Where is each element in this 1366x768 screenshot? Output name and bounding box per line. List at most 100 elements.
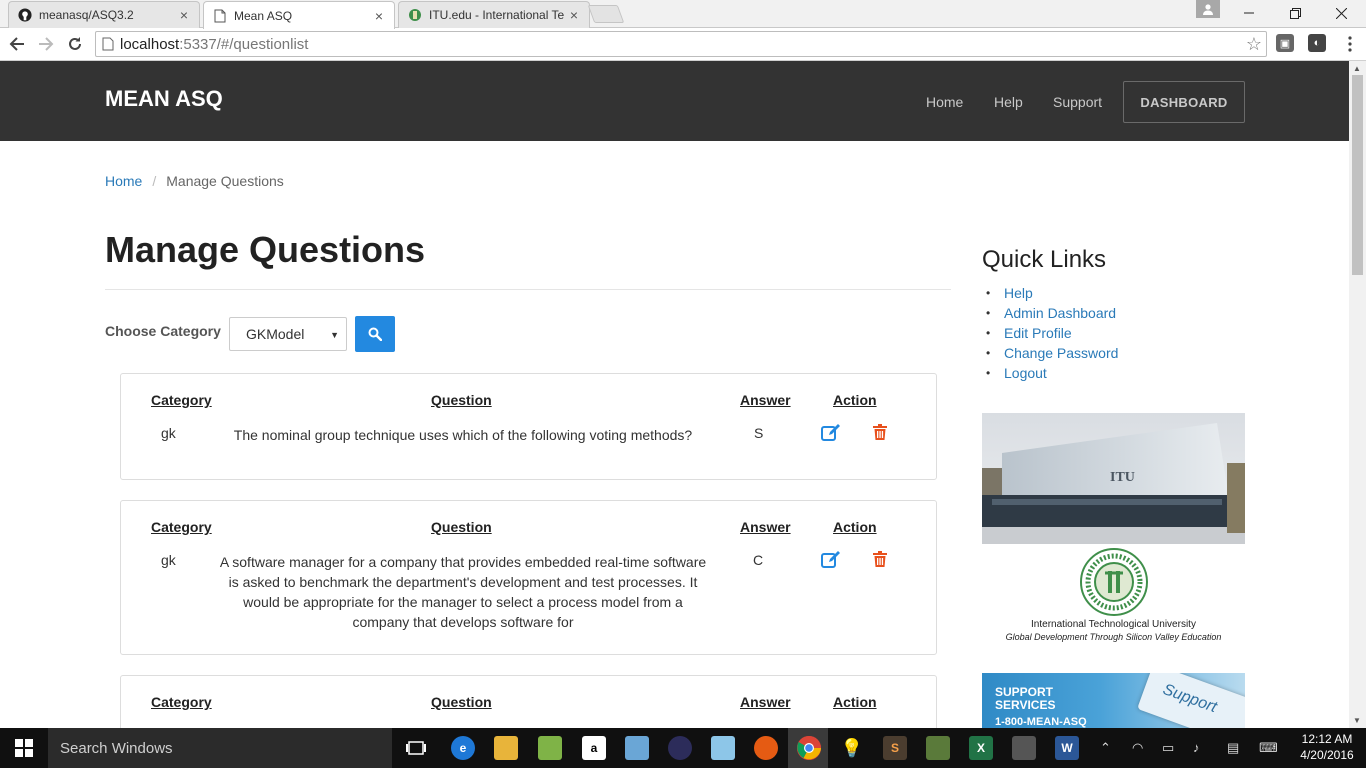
divider [105,289,951,290]
bookmark-star-icon[interactable]: ☆ [1246,34,1262,55]
dashboard-button[interactable]: DASHBOARD [1123,81,1245,123]
header-category: Category [151,519,212,535]
amazon-icon[interactable]: a [582,736,606,760]
file-explorer-icon[interactable] [494,736,518,760]
close-window-icon[interactable] [1318,0,1364,26]
header-answer: Answer [740,694,791,710]
github-icon [17,7,33,23]
search-button[interactable] [355,316,395,352]
question-text: The nominal group technique uses which o… [233,427,693,443]
question-card: Category Question Answer Action gk A sof… [120,500,937,655]
tab-title: meanasq/ASQ3.2 [39,8,134,22]
header-action: Action [833,519,877,535]
itu-building-sign: ITU [1110,470,1135,485]
category-select[interactable]: GKModel ▼ [229,317,347,351]
question-text: A software manager for a company that pr… [219,554,707,630]
tab-title: ITU.edu - International Te [429,8,565,22]
quick-link-help[interactable]: Help [986,283,1118,303]
scrollbar-thumb[interactable] [1352,75,1363,275]
new-tab-button[interactable] [587,5,625,23]
menu-icon[interactable] [1338,32,1362,56]
restore-icon[interactable] [1272,0,1318,26]
quick-link-change-password[interactable]: Change Password [986,343,1118,363]
brand-logo[interactable]: MEAN ASQ [105,86,223,112]
url-host: localhost [120,35,180,53]
word-icon[interactable]: W [1055,736,1079,760]
question-answer: C [753,552,764,568]
quick-link-logout[interactable]: Logout [986,363,1118,383]
itu-icon [407,7,423,23]
itu-logo-block: International Technological University G… [982,544,1245,650]
battery-icon[interactable]: ▭ [1162,740,1174,756]
itu-name: International Technological University [1031,619,1196,630]
taskbar-clock[interactable]: 12:12 AM 4/20/2016 [1296,731,1358,763]
scroll-down-icon[interactable]: ▼ [1353,716,1361,725]
page-scrollbar[interactable]: ▲ ▼ [1349,61,1366,728]
question-answer: S [754,425,764,441]
category-select-value: GKModel [246,326,305,342]
breadcrumb-home[interactable]: Home [105,173,142,189]
wifi-icon[interactable]: ◠ [1132,740,1143,756]
header-question: Question [431,392,492,408]
header-action: Action [833,694,877,710]
quick-link-edit-profile[interactable]: Edit Profile [986,323,1118,343]
edit-icon[interactable] [821,424,841,442]
clock-date: 4/20/2016 [1300,748,1354,762]
chart-app-icon[interactable] [926,736,950,760]
sublime-text-icon[interactable]: S [883,736,907,760]
nav-help[interactable]: Help [994,94,1023,110]
close-icon[interactable]: × [177,8,191,22]
address-bar[interactable]: localhost:5337/#/questionlist ☆ [95,31,1267,57]
search-icon [368,327,382,341]
notifications-icon[interactable]: ▤ [1227,740,1239,756]
tab-itu-edu[interactable]: ITU.edu - International Te × [398,1,590,28]
excel-icon[interactable]: X [969,736,993,760]
close-icon[interactable]: × [567,8,581,22]
photos-app-icon[interactable] [538,736,562,760]
browser-toolbar: localhost:5337/#/questionlist ☆ ▣ ◐ [0,28,1366,61]
header-question: Question [431,694,492,710]
paint-icon[interactable] [625,736,649,760]
chrome-icon[interactable] [797,736,821,760]
trash-icon[interactable] [873,551,889,569]
extension-icon[interactable]: ▣ [1276,34,1294,52]
trash-icon[interactable] [873,424,889,442]
nav-support[interactable]: Support [1053,94,1102,110]
page-icon [102,37,114,51]
edit-icon[interactable] [821,551,841,569]
extension-icon[interactable]: ◐ [1308,34,1326,52]
lightbulb-icon[interactable]: 💡 [840,736,864,760]
browser-tabstrip: meanasq/ASQ3.2 × Mean ASQ × ITU.edu - In… [0,0,1366,29]
firefox-icon[interactable] [754,736,778,760]
header-question: Question [431,519,492,535]
chevron-up-icon[interactable]: ⌃ [1100,740,1111,756]
question-card: Category Question Answer Action [120,675,937,728]
site-navbar: MEAN ASQ Home Help Support DASHBOARD [0,61,1349,141]
tab-meanasq-github[interactable]: meanasq/ASQ3.2 × [8,1,200,28]
forward-arrow-icon[interactable] [34,32,58,56]
close-icon[interactable]: × [372,9,386,23]
back-arrow-icon[interactable] [5,32,29,56]
profile-icon[interactable] [1196,0,1220,18]
tab-mean-asq[interactable]: Mean ASQ × [203,1,395,29]
notes-app-icon[interactable] [711,736,735,760]
scroll-up-icon[interactable]: ▲ [1353,64,1361,73]
nav-home[interactable]: Home [926,94,963,110]
support-title-line2: SERVICES [995,698,1056,712]
support-services-banner[interactable]: SUPPORT SERVICES 1-800-MEAN-ASQ Support [982,673,1245,728]
support-title-line1: SUPPORT [995,685,1054,699]
edge-browser-icon[interactable]: e [451,736,475,760]
quick-link-admin-dashboard[interactable]: Admin Dashboard [986,303,1118,323]
sourcetree-icon[interactable] [1012,736,1036,760]
eclipse-icon[interactable] [668,736,692,760]
itu-tagline: Global Development Through Silicon Valle… [1005,632,1222,642]
tab-title: Mean ASQ [234,8,293,23]
minimize-icon[interactable] [1226,0,1272,26]
keyboard-icon[interactable]: ⌨ [1259,740,1278,756]
task-view-icon[interactable] [404,736,428,760]
windows-search-box[interactable]: Search Windows [48,728,392,768]
volume-icon[interactable]: ♪ [1193,740,1200,755]
reload-icon[interactable] [63,32,87,56]
support-key-text: Support [1160,681,1220,717]
windows-start-icon[interactable] [0,728,48,768]
